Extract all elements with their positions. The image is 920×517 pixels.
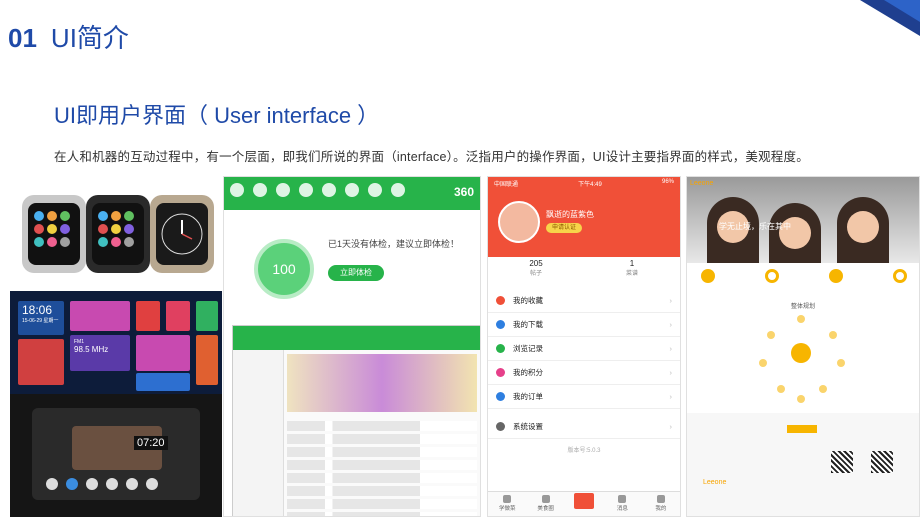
phone-time: 下午4:49 [578,182,602,188]
brand-logo: 360 [453,185,474,199]
car-dashboard-image: 18:06 15-06-29 星期一 FM1 98.5 MHz [10,291,222,394]
verify-badge: 申请认证 [546,223,582,233]
tile-red [136,301,160,331]
tab-bar: 学做菜 美食圈 消息 我的 [488,491,680,516]
hero-banner: Leeone 学无止境，乐在其中 [687,177,919,263]
tab-messages: 消息 [603,492,641,516]
footer-button [787,425,817,433]
profile-stats: 205 帖子 1 菜谱 [488,257,680,283]
username: 飘逝的蓝紫色 [546,210,594,219]
hero-text: 学无止境，乐在其中 [719,222,791,231]
watch-gold [150,195,214,273]
slide-title: 01 UI简介 [8,18,129,55]
bluetooth-tile [18,339,64,385]
menu-item-points: 我的积分 › [488,361,680,385]
tile-green [196,301,218,331]
profile-header: 中国联通 下午4:49 96% 飘逝的蓝紫色 申请认证 [488,177,680,257]
tile-pink [166,301,190,331]
software-manager-window [232,325,480,516]
qr-code [871,451,893,473]
health-score: 100 [254,239,314,299]
console-screen: 07:20 [32,408,200,500]
menu-item-settings: 系统设置 › [488,415,680,439]
smartwatch-image [10,183,222,291]
section-title: UI简介 [50,23,129,53]
corner-decoration-inner [884,0,920,22]
watch-silver [22,195,86,273]
car-date: 15-06-29 星期一 [22,318,59,324]
app-header: 360 [224,177,480,210]
slide-description: 在人和机器的互动过程中，有一个层面，即我们所说的界面（interface）。泛指… [54,150,809,164]
battery: 96% [661,179,674,185]
settings-tile [136,373,190,391]
plan-diagram [747,307,857,407]
tile-orange [196,335,218,385]
web-footer: Leeone [687,413,919,516]
car-time: 18:06 [22,303,53,317]
tab-add [565,492,603,516]
web-logo: Leeone [690,180,714,187]
checkup-button: 立即体检 [328,265,384,281]
stat-value: 1 [629,259,635,268]
nav-tile [70,301,130,331]
game-banner [287,354,477,412]
tab-circle: 美食圈 [526,492,564,516]
stat-label: 帖子 [529,271,542,277]
fm-frequency: 98.5 MHz [74,345,109,354]
slide-subtitle: UI即用户界面（ User interface ） [54,103,380,128]
console-clock: 07:20 [134,436,168,450]
tab-me: 我的 [642,492,680,516]
media-tile [136,335,190,371]
footer-logo: Leeone [703,479,727,486]
menu-item-orders: 我的订单 › [488,385,680,409]
checkup-note: 已1天没有体检，建议立即体检！ [328,239,460,249]
stat-value: 205 [529,259,543,268]
menu-item-downloads: 我的下载 › [488,313,680,337]
feature-icons [701,269,907,283]
car-console-image: 07:20 [10,394,222,517]
version-text: 版本号:5.0.3 [567,448,601,454]
avatar [498,201,540,243]
section-number: 01 [8,23,37,53]
website-screenshot: Leeone 学无止境，乐在其中 整体规划 Leeone [686,176,920,517]
menu-item-favorites: 我的收藏 › [488,289,680,313]
security-app-screenshot: 360 100 已1天没有体检，建议立即体检！ 立即体检 [223,176,481,517]
watch-black [86,195,150,273]
menu-item-history: 浏览记录 › [488,337,680,361]
carrier: 中国联通 [494,182,519,188]
profile-menu: 我的收藏 › 我的下载 › 浏览记录 › 我的积分 › 我的订单 › 系统设置 › [488,289,680,439]
stat-label: 菜谱 [625,271,638,277]
mobile-app-screenshot: 中国联通 下午4:49 96% 飘逝的蓝紫色 申请认证 205 帖子 1 菜谱 我的… [487,176,681,517]
qr-code [831,451,853,473]
tab-cook: 学做菜 [488,492,526,516]
